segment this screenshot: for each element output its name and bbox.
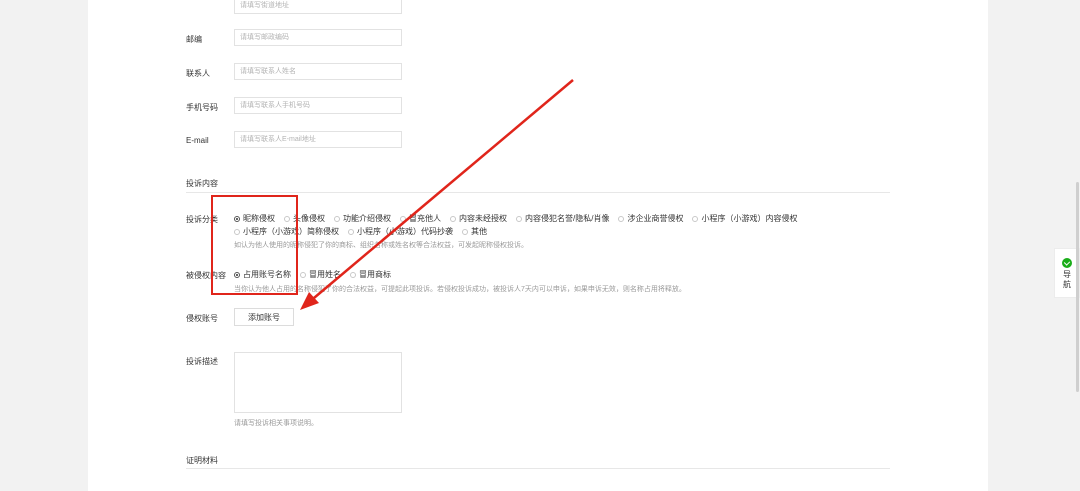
annotation-arrow-line: [307, 79, 574, 304]
scrollbar-thumb[interactable]: [1076, 182, 1079, 392]
annotation-arrow: [300, 79, 574, 310]
check-circle-icon: [1062, 258, 1072, 268]
side-nav-label-1: 导: [1063, 270, 1071, 279]
side-nav-label-2: 航: [1063, 280, 1071, 289]
